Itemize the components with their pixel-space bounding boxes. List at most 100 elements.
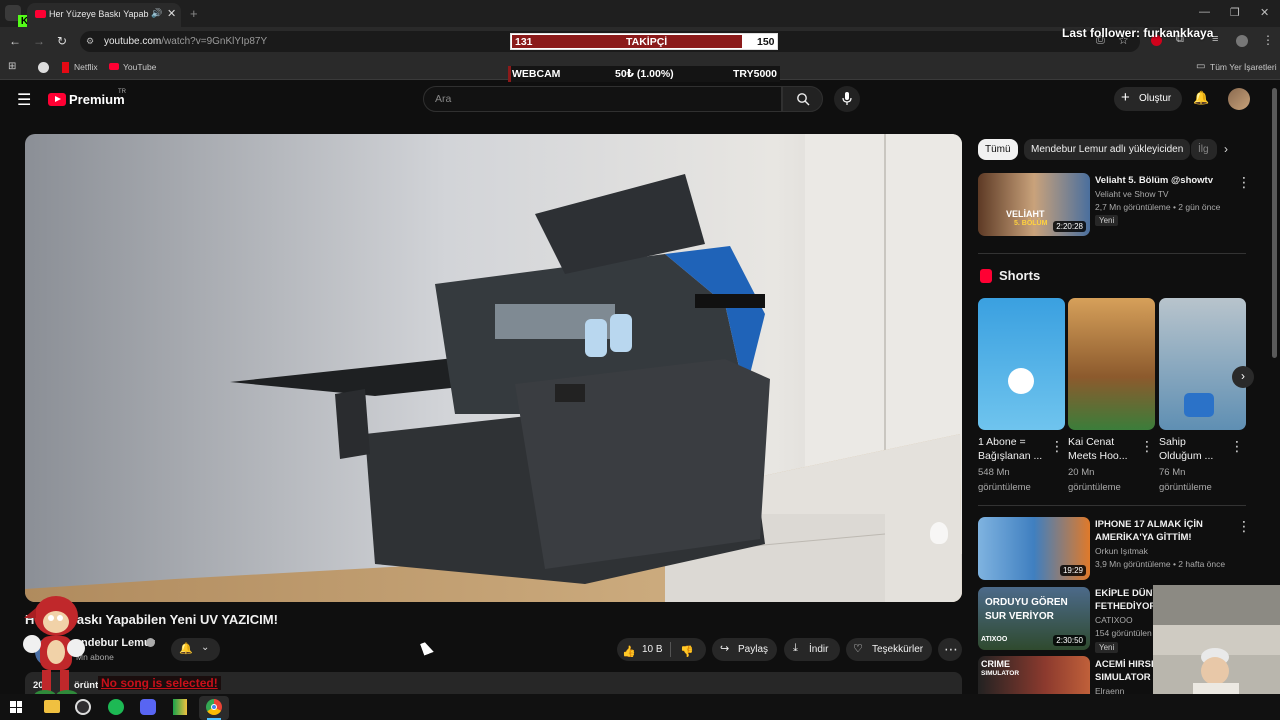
- short-thumbnail-1[interactable]: [978, 298, 1065, 430]
- bookmark-youtube[interactable]: YouTube: [123, 62, 156, 72]
- rec-channel[interactable]: CATIXOO: [1095, 614, 1133, 627]
- close-window-button[interactable]: ✕: [1260, 6, 1269, 19]
- all-bookmarks[interactable]: Tüm Yer İşaretleri: [1210, 62, 1277, 72]
- short-thumbnail-3[interactable]: [1159, 298, 1246, 430]
- search-input-placeholder: Ara: [435, 93, 452, 105]
- like-count: 10 B: [642, 644, 663, 655]
- rec-title[interactable]: Veliaht 5. Bölüm @showtv: [1095, 174, 1225, 187]
- browser-menu-icon[interactable]: ⋮: [1262, 33, 1274, 47]
- duration-badge: 19:29: [1059, 565, 1086, 576]
- short-meta-1-label: görüntüleme: [978, 482, 1031, 493]
- like-button[interactable]: 👍: [622, 642, 636, 660]
- back-icon[interactable]: ←: [9, 34, 21, 48]
- rec-title[interactable]: EKİPLE DÜNY FETHEDİYORI: [1095, 587, 1159, 613]
- thumb-text-2: 5. BÖLÜM: [1014, 220, 1048, 227]
- url-host: youtube.com: [104, 36, 162, 47]
- youtube-logo-icon[interactable]: [48, 93, 66, 106]
- chrome-taskbar-icon[interactable]: [199, 696, 229, 720]
- short-more-icon-3[interactable]: ⋮: [1230, 439, 1244, 453]
- short-title-3[interactable]: Sahip Olduğum ...: [1159, 435, 1213, 463]
- short-meta-1-views: 548 Mn: [978, 467, 1010, 478]
- tab-youtube-video[interactable]: Her Yüzeye Baskı Yapabilen 🔊 ✕: [27, 3, 181, 27]
- more-actions-button[interactable]: ⋯: [938, 638, 962, 661]
- thanks-button[interactable]: ♡ Teşekkürler: [846, 638, 932, 661]
- obs-icon[interactable]: [75, 699, 91, 715]
- chevron-down-icon: ⌄: [201, 642, 210, 653]
- short-title-1[interactable]: 1 Abone = Bağışlanan ...: [978, 435, 1042, 463]
- chip-all[interactable]: Tümü: [978, 139, 1018, 160]
- create-button[interactable]: + Oluştur: [1114, 87, 1182, 111]
- chip-related[interactable]: İlg: [1191, 139, 1217, 160]
- mouse-cursor: [420, 640, 434, 656]
- restore-button[interactable]: ❐: [1230, 6, 1240, 19]
- logo-text[interactable]: Premium: [69, 92, 125, 107]
- reload-icon[interactable]: ↻: [57, 34, 67, 48]
- short-thumbnail-2[interactable]: [1068, 298, 1155, 430]
- discord-icon[interactable]: [140, 699, 156, 715]
- short-title-2[interactable]: Kai Cenat Meets Hoo...: [1068, 435, 1128, 463]
- share-button[interactable]: ↪ Paylaş: [712, 638, 777, 661]
- folder-icon: ▭: [1196, 61, 1206, 72]
- rec-title[interactable]: IPHONE 17 ALMAK İÇİN AMERİKA'YA GİTTİM!: [1095, 518, 1203, 544]
- download-button[interactable]: ⤓ İndir: [784, 638, 840, 661]
- rec-thumbnail-catixoo[interactable]: ORDUYU GÖREN SUR VERİYOR ATIXOO 2:30:50: [978, 587, 1090, 650]
- webcam-goal: TRY5000: [733, 68, 777, 80]
- rec-thumbnail-iphone[interactable]: 19:29: [978, 517, 1090, 580]
- divider: [978, 505, 1246, 506]
- video-player[interactable]: [25, 134, 962, 602]
- short-more-icon-1[interactable]: ⋮: [1050, 439, 1064, 453]
- search-box[interactable]: [423, 86, 782, 112]
- channel-watermark-icon[interactable]: [930, 522, 948, 544]
- youtube-favicon-icon: [35, 10, 46, 18]
- minimize-button[interactable]: —: [1199, 6, 1210, 18]
- thumb-text-2: SIMULATOR: [981, 670, 1020, 677]
- rec-thumbnail-veliaht[interactable]: VELİAHT 5. BÖLÜM 2:20:28: [978, 173, 1090, 236]
- rec-thumbnail-crime-simulator[interactable]: CRIME SIMULATOR: [978, 656, 1090, 694]
- chips-next-icon[interactable]: ›: [1224, 142, 1228, 156]
- tab-close-icon[interactable]: ✕: [167, 7, 176, 20]
- webcam-percent: 50₺ (1.00%): [615, 68, 674, 80]
- logo-region: TR: [118, 89, 126, 95]
- chip-uploader[interactable]: Mendebur Lemur adlı yükleyiciden: [1024, 139, 1191, 160]
- guide-menu-icon[interactable]: ☰: [17, 90, 31, 110]
- rec-channel[interactable]: Veliaht ve Show TV: [1095, 188, 1169, 201]
- speaker-icon[interactable]: 🔊: [151, 8, 162, 19]
- thumb-text-1: CRIME: [981, 659, 1010, 669]
- webcam-label: WEBCAM: [512, 68, 561, 80]
- file-explorer-icon[interactable]: [44, 700, 60, 713]
- page-scrollbar[interactable]: [1272, 88, 1277, 358]
- rec-channel[interactable]: Orkun Işıtmak: [1095, 545, 1148, 558]
- app-icon[interactable]: [173, 699, 187, 715]
- voice-search-button[interactable]: [834, 86, 860, 112]
- shorts-next-button[interactable]: ›: [1232, 366, 1254, 388]
- subscription-bell-button[interactable]: 🔔 ⌄: [171, 638, 220, 661]
- share-icon: ↪: [720, 643, 730, 655]
- site-info-icon[interactable]: ⚙: [86, 36, 94, 47]
- bookmark-netflix[interactable]: Netflix: [74, 62, 98, 72]
- download-label: İndir: [809, 644, 829, 655]
- share-label: Paylaş: [738, 644, 769, 655]
- rec-more-icon[interactable]: ⋮: [1237, 175, 1251, 189]
- google-icon[interactable]: [38, 62, 49, 73]
- new-tab-button[interactable]: +: [190, 6, 198, 21]
- thumb-text-1: ORDUYU GÖREN: [985, 597, 1068, 608]
- youtube-bookmark-icon: [109, 63, 119, 70]
- song-status-overlay: No song is selected!: [98, 676, 221, 690]
- short-meta-3-views: 76 Mn: [1159, 467, 1186, 478]
- rec-more-icon[interactable]: ⋮: [1237, 519, 1251, 533]
- search-button[interactable]: [782, 86, 823, 112]
- rec-title[interactable]: ACEMİ HIRSIZ SIMULATOR |: [1095, 658, 1159, 684]
- short-more-icon-2[interactable]: ⋮: [1140, 439, 1154, 453]
- user-avatar[interactable]: [1228, 88, 1250, 110]
- rec-channel[interactable]: Elraenn: [1095, 685, 1124, 694]
- forward-icon[interactable]: →: [33, 34, 45, 48]
- video-frame-uv-printer: [25, 134, 962, 602]
- profile-avatar[interactable]: [1236, 35, 1248, 47]
- dislike-button[interactable]: 👎: [680, 642, 694, 660]
- channel-name[interactable]: ndebur Lemur: [81, 637, 155, 649]
- rec-title-line2: AMERİKA'YA GİTTİM!: [1095, 532, 1192, 543]
- apps-grid-icon[interactable]: ⊞: [8, 61, 16, 72]
- windows-start-icon[interactable]: [10, 701, 22, 713]
- spotify-icon[interactable]: [108, 699, 124, 715]
- notifications-bell-icon[interactable]: 🔔: [1193, 90, 1209, 106]
